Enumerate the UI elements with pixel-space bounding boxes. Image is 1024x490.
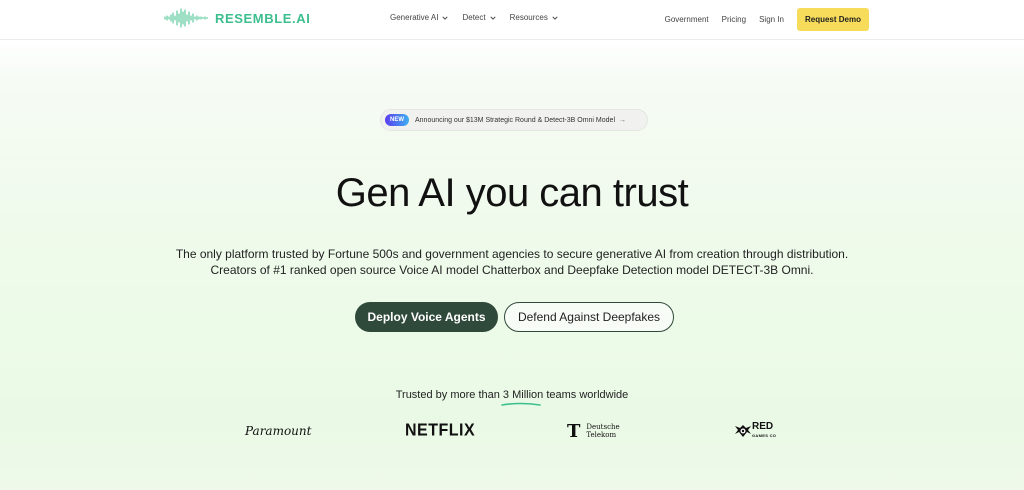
nav-resources[interactable]: Resources (510, 13, 558, 22)
announcement-banner[interactable]: NEW Announcing our $13M Strategic Round … (380, 109, 648, 131)
deploy-voice-agents-button[interactable]: Deploy Voice Agents (355, 302, 498, 332)
nav-pricing-link[interactable]: Pricing (722, 15, 746, 24)
hero-title: Gen AI you can trust (335, 171, 689, 215)
hero-subtitle-line-2: Creators of #1 ranked open source Voice … (210, 263, 814, 277)
nav-government-link[interactable]: Government (665, 15, 709, 24)
chevron-down-icon (552, 16, 558, 20)
chevron-down-icon (490, 16, 496, 20)
nav-label: Generative AI (390, 13, 439, 22)
nav-right: Government Pricing Sign In Request Demo (665, 8, 869, 31)
telekom-name: Deutsche Telekom (586, 423, 619, 439)
defend-against-deepfakes-button[interactable]: Defend Against Deepfakes (504, 302, 674, 332)
nav-sign-in-link[interactable]: Sign In (759, 15, 784, 24)
trusted-prefix: Trusted by more than (395, 389, 500, 401)
arrow-right-icon: → (619, 116, 626, 124)
trusted-by-text: Trusted by more than 3 Million teams wor… (0, 389, 1024, 406)
nav-detect[interactable]: Detect (462, 13, 496, 22)
trusted-highlight-text: 3 Million (502, 389, 544, 401)
hero-subtitle: The only platform trusted by Fortune 500… (0, 246, 1024, 278)
customer-logos: Paramount NETFLIX T Deutsche Telekom RED… (0, 418, 1024, 444)
trusted-suffix: teams worldwide (546, 389, 629, 401)
telekom-line-2: Telekom (586, 431, 617, 439)
deutsche-telekom-logo: T Deutsche Telekom (567, 418, 620, 444)
red-games-logo: RED GAMES CO (734, 418, 776, 444)
trusted-highlight: 3 Million (501, 389, 544, 406)
red-games-mark-icon (735, 425, 751, 437)
waveform-icon (164, 8, 208, 28)
logo-text: RESEMBLE.AI (215, 10, 311, 26)
nav-label: Resources (509, 13, 548, 22)
netflix-logo: NETFLIX (405, 421, 476, 440)
top-navigation: RESEMBLE.AI Generative AI Detect Resourc… (0, 0, 1024, 40)
hero-subtitle-line-1: The only platform trusted by Fortune 500… (175, 247, 849, 261)
hero-cta-row: Deploy Voice Agents Defend Against Deepf… (355, 302, 674, 332)
request-demo-button[interactable]: Request Demo (796, 8, 869, 31)
telekom-t-icon: T (567, 420, 581, 442)
resemble-logo[interactable]: RESEMBLE.AI (163, 7, 310, 29)
red-games-sub: GAMES CO (752, 433, 777, 438)
nav-generative-ai[interactable]: Generative AI (390, 13, 449, 22)
highlight-underline (501, 402, 541, 406)
paramount-logo: Paramount (245, 424, 312, 438)
new-badge: NEW (385, 114, 409, 126)
red-games-text: RED GAMES CO (752, 422, 776, 440)
announcement-text: Announcing our $13M Strategic Round & De… (415, 116, 615, 124)
chevron-down-icon (442, 16, 449, 20)
main-menu: Generative AI Detect Resources (390, 13, 558, 22)
telekom-line-1: Deutsche (586, 423, 620, 431)
nav-label: Detect (462, 13, 486, 22)
